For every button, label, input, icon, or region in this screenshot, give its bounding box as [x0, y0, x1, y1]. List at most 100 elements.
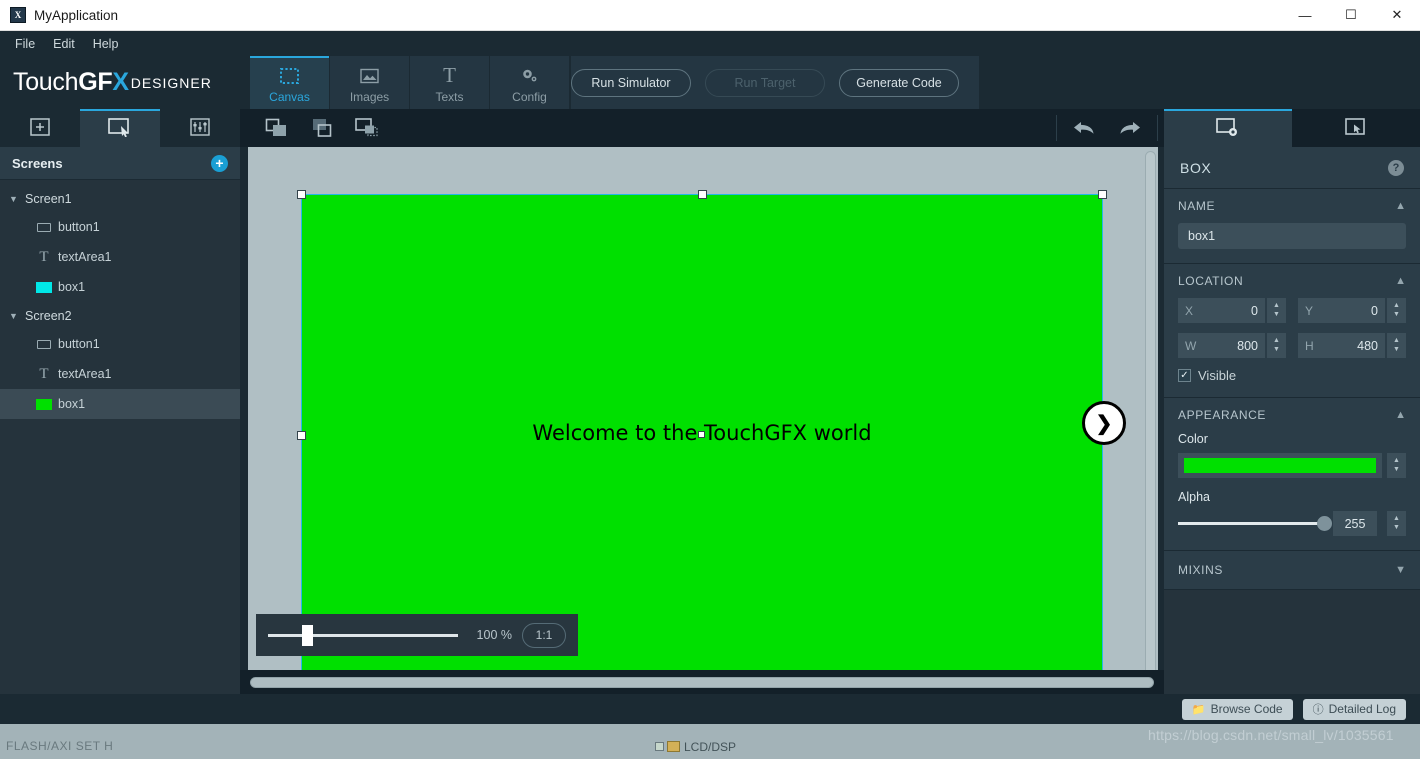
caret-up-icon[interactable]: ▲ [1393, 337, 1400, 344]
caret-down-icon[interactable]: ▼ [1273, 311, 1280, 318]
section-name-header[interactable]: NAME ▲ [1178, 199, 1406, 213]
chevron-down-icon[interactable]: ▼ [9, 194, 25, 204]
tree-item-screen1-button1[interactable]: button1 [0, 212, 240, 242]
y-stepper[interactable]: ▲ ▼ [1387, 298, 1406, 323]
run-simulator-button[interactable]: Run Simulator [571, 68, 691, 97]
left-tab-properties[interactable] [160, 109, 240, 147]
image-icon [360, 66, 379, 86]
zoom-slider[interactable] [268, 624, 458, 646]
zoom-fit-button[interactable]: 1:1 [522, 622, 566, 648]
color-label: Color [1178, 432, 1208, 446]
alpha-slider-thumb[interactable] [1317, 516, 1332, 531]
resize-handle-middle-left[interactable] [297, 431, 306, 440]
caret-down-icon[interactable]: ▼ [1393, 346, 1400, 353]
minimize-button[interactable]: — [1282, 0, 1328, 31]
detailed-log-button[interactable]: ⓘ Detailed Log [1302, 698, 1406, 720]
chevron-right-icon[interactable]: ❯ [1082, 401, 1126, 445]
help-question-icon[interactable]: ? [1388, 159, 1404, 176]
right-tab-interactions[interactable] [1292, 109, 1420, 147]
menu-item-edit[interactable]: Edit [44, 34, 84, 54]
toolbar-divider [1157, 115, 1158, 141]
chevron-down-icon[interactable]: ▼ [1395, 564, 1406, 576]
x-input[interactable]: X 0 [1178, 298, 1265, 323]
tree-item-screen2-textarea1[interactable]: T textArea1 [0, 359, 240, 389]
tree-item-screen1-textarea1[interactable]: T textArea1 [0, 242, 240, 272]
width-stepper[interactable]: ▲ ▼ [1267, 333, 1286, 358]
undo-arrow-icon[interactable] [1063, 113, 1107, 143]
alpha-stepper[interactable]: ▲ ▼ [1387, 511, 1406, 536]
y-label: Y [1305, 303, 1314, 318]
caret-up-icon[interactable]: ▲ [1393, 515, 1400, 522]
browse-code-button[interactable]: 📁 Browse Code [1181, 698, 1293, 720]
widget-type-bar: BOX ? [1164, 147, 1420, 189]
maximize-button[interactable]: ☐ [1328, 0, 1374, 31]
alpha-slider[interactable] [1178, 516, 1332, 531]
height-stepper[interactable]: ▲ ▼ [1387, 333, 1406, 358]
tree-screen-screen1[interactable]: ▼ Screen1 [0, 185, 240, 212]
left-tab-screens[interactable] [80, 109, 160, 147]
bring-to-front-icon[interactable] [258, 113, 296, 143]
tree-screen-screen2[interactable]: ▼ Screen2 [0, 302, 240, 329]
canvas-box-widget[interactable]: Welcome to the TouchGFX world ❯ [297, 190, 1126, 670]
caret-up-icon[interactable]: ▲ [1273, 337, 1280, 344]
color-input[interactable] [1178, 453, 1382, 478]
close-button[interactable]: ✕ [1374, 0, 1420, 31]
snap-to-grid-icon[interactable] [350, 113, 388, 143]
section-location-header[interactable]: LOCATION ▲ [1178, 274, 1406, 288]
canvas-area[interactable]: Welcome to the TouchGFX world ❯ 100 % 1:… [240, 147, 1164, 670]
resize-handle-top-right[interactable] [1098, 190, 1107, 199]
resize-handle-middle-center[interactable] [698, 431, 705, 438]
tab-texts[interactable]: T Texts [410, 56, 490, 109]
h-field-group: H 480 ▲ ▼ [1298, 333, 1406, 358]
left-tab-add[interactable] [0, 109, 80, 147]
tab-images[interactable]: Images [330, 56, 410, 109]
right-tab-properties[interactable] [1164, 109, 1292, 147]
section-mixins[interactable]: MIXINS ▼ [1164, 551, 1420, 590]
application-icon: X [10, 7, 26, 23]
tab-canvas[interactable]: Canvas [250, 56, 330, 109]
tree-item-screen2-box1[interactable]: box1 [0, 389, 240, 419]
tree-item-screen1-box1[interactable]: box1 [0, 272, 240, 302]
logo-gf: GF [78, 68, 113, 96]
section-name: NAME ▲ box1 [1164, 189, 1420, 264]
tree-item-screen2-button1[interactable]: button1 [0, 329, 240, 359]
send-to-back-icon[interactable] [304, 113, 342, 143]
background-text-right-label: LCD/DSP [684, 740, 737, 754]
add-screen-button[interactable]: + [211, 154, 228, 172]
resize-handle-top-left[interactable] [297, 190, 306, 199]
color-stepper[interactable]: ▲ ▼ [1387, 453, 1406, 478]
chevron-up-icon[interactable]: ▲ [1395, 200, 1406, 212]
y-input[interactable]: Y 0 [1298, 298, 1385, 323]
caret-down-icon[interactable]: ▼ [1273, 346, 1280, 353]
caret-down-icon[interactable]: ▼ [1393, 311, 1400, 318]
visible-checkbox-row[interactable]: ✓ Visible [1178, 368, 1406, 383]
chevron-up-icon[interactable]: ▲ [1395, 275, 1406, 287]
tab-config[interactable]: Config [490, 56, 570, 109]
chevron-up-icon[interactable]: ▲ [1395, 409, 1406, 421]
chevron-down-icon[interactable]: ▼ [9, 311, 25, 321]
alpha-input[interactable]: 255 [1333, 511, 1377, 536]
resize-handle-top-center[interactable] [698, 190, 707, 199]
width-input[interactable]: W 800 [1178, 333, 1265, 358]
visible-checkbox[interactable]: ✓ [1178, 369, 1191, 382]
widget-name-input[interactable]: box1 [1178, 223, 1406, 249]
redo-arrow-icon[interactable] [1107, 113, 1151, 143]
caret-down-icon[interactable]: ▼ [1393, 466, 1400, 473]
run-target-button[interactable]: Run Target [705, 68, 825, 97]
caret-up-icon[interactable]: ▲ [1393, 302, 1400, 309]
left-panel-tabs [0, 109, 240, 147]
caret-up-icon[interactable]: ▲ [1393, 457, 1400, 464]
section-appearance-title: APPEARANCE [1178, 408, 1267, 422]
zoom-slider-thumb[interactable] [302, 624, 314, 646]
height-input[interactable]: H 480 [1298, 333, 1385, 358]
canvas-vertical-scrollbar[interactable] [1145, 151, 1156, 670]
caret-up-icon[interactable]: ▲ [1273, 302, 1280, 309]
caret-down-icon[interactable]: ▼ [1393, 524, 1400, 531]
canvas-horizontal-scrollbar[interactable] [250, 676, 1154, 688]
menu-item-file[interactable]: File [6, 34, 44, 54]
generate-code-button[interactable]: Generate Code [839, 68, 959, 97]
color-swatch[interactable] [1184, 458, 1376, 473]
x-stepper[interactable]: ▲ ▼ [1267, 298, 1286, 323]
menu-item-help[interactable]: Help [84, 34, 128, 54]
section-appearance-header[interactable]: APPEARANCE ▲ [1178, 408, 1406, 422]
